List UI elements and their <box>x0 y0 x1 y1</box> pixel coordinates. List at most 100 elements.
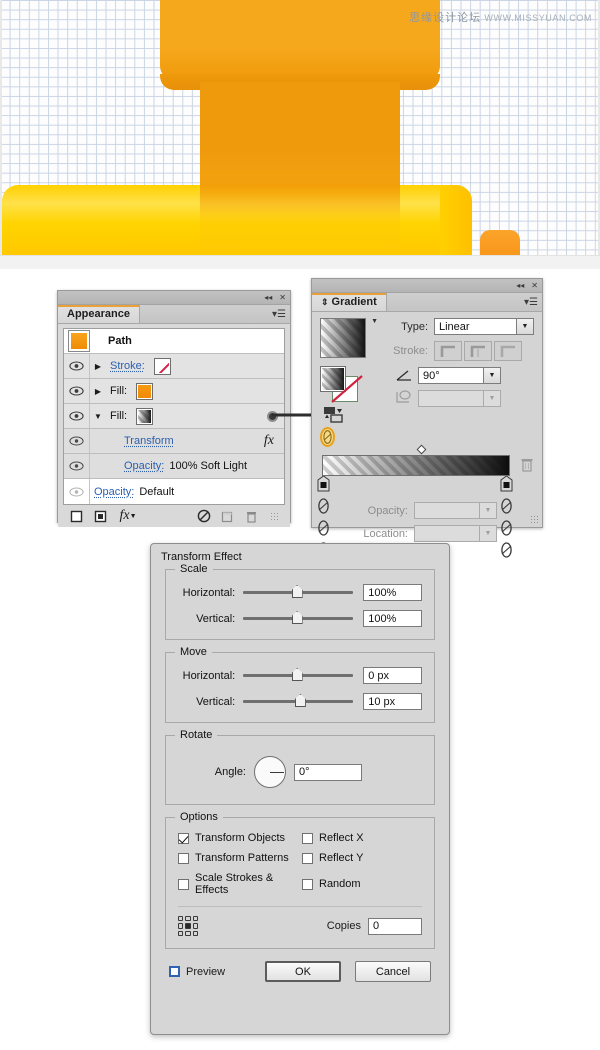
rotate-angle-input[interactable]: 0° <box>294 763 362 781</box>
scale-horizontal-input[interactable]: 100% <box>363 584 422 601</box>
delete-item-icon[interactable] <box>244 509 259 524</box>
visibility-eye-icon[interactable] <box>64 429 90 453</box>
appearance-row-transform[interactable]: Transform fx <box>64 429 284 454</box>
ref-point[interactable] <box>178 930 184 936</box>
appearance-row-fill-solid[interactable]: ▶ Fill: <box>64 379 284 404</box>
scale-horizontal-slider[interactable] <box>243 585 354 598</box>
option-transform-objects[interactable]: Transform Objects <box>178 832 298 844</box>
collapse-icon[interactable]: ◂◂ <box>516 281 524 290</box>
checkbox-scale-strokes-effects[interactable] <box>178 878 189 890</box>
add-new-stroke-icon[interactable] <box>69 509 84 524</box>
appearance-panel[interactable]: ◂◂ ✕ Appearance ▾☰ Path ▶ Stroke: ▶ Fill… <box>57 290 291 527</box>
slider-thumb[interactable] <box>291 585 303 598</box>
row-label-fill-gradient[interactable]: Fill: <box>110 410 127 422</box>
delete-stop-icon[interactable] <box>520 457 534 476</box>
option-random[interactable]: Random <box>302 872 422 896</box>
expand-triangle-icon[interactable]: ▶ <box>90 387 106 396</box>
close-icon[interactable]: ✕ <box>279 293 286 302</box>
angle-dial[interactable] <box>254 756 286 788</box>
collapse-icon[interactable]: ◂◂ <box>264 293 272 302</box>
checkbox-random[interactable] <box>302 878 313 890</box>
option-reflect-y[interactable]: Reflect Y <box>302 852 422 864</box>
aspect-dropdown-arrow-icon[interactable]: ▼ <box>484 390 501 407</box>
row-label-transform[interactable]: Transform <box>124 435 174 447</box>
fill-swatch-gradient[interactable] <box>136 407 154 425</box>
option-reflect-x[interactable]: Reflect X <box>302 832 422 844</box>
visibility-eye-icon[interactable] <box>64 454 90 478</box>
checkbox-transform-objects[interactable] <box>178 832 189 844</box>
ref-point[interactable] <box>185 930 191 936</box>
appearance-row-opacity-default[interactable]: Opacity: Default <box>64 479 284 504</box>
ref-point[interactable] <box>192 916 198 922</box>
location-input[interactable] <box>414 525 480 542</box>
move-horizontal-slider[interactable] <box>243 668 354 681</box>
stroke-along-button[interactable] <box>464 341 492 361</box>
angle-dropdown-arrow-icon[interactable]: ▼ <box>484 367 501 384</box>
transform-effect-dialog[interactable]: Transform Effect Scale Horizontal: 100% … <box>150 543 450 1035</box>
ref-point[interactable] <box>178 923 184 929</box>
move-horizontal-input[interactable]: 0 px <box>363 667 422 684</box>
move-vertical-slider[interactable] <box>243 694 354 707</box>
fill-stroke-proxy[interactable] <box>320 366 364 403</box>
reference-point-grid-icon[interactable] <box>178 916 198 936</box>
appearance-target-row[interactable]: Path <box>64 329 284 354</box>
tab-gradient[interactable]: ⇕ Gradient <box>312 293 387 311</box>
scale-vertical-slider[interactable] <box>243 611 354 624</box>
fx-icon[interactable]: fx <box>264 433 274 449</box>
row-label-stroke[interactable]: Stroke: <box>110 360 145 372</box>
angle-input[interactable]: 90° <box>418 367 484 384</box>
close-icon[interactable]: ✕ <box>531 281 538 290</box>
reverse-gradient-icon[interactable] <box>320 406 350 424</box>
row-label-opacity-default[interactable]: Opacity: <box>94 486 134 498</box>
option-scale-strokes-effects[interactable]: Scale Strokes & Effects <box>178 872 298 896</box>
gradient-midpoint-handle[interactable] <box>416 444 427 455</box>
type-dropdown-arrow-icon[interactable]: ▼ <box>517 318 534 335</box>
appearance-list[interactable]: Path ▶ Stroke: ▶ Fill: ▼ Fill: Transform… <box>63 328 285 505</box>
visibility-eye-icon-off[interactable] <box>64 479 90 504</box>
clear-appearance-icon[interactable] <box>196 509 211 524</box>
type-select[interactable]: Linear <box>434 318 517 335</box>
stroke-gradient-type-buttons[interactable] <box>434 341 522 361</box>
appearance-row-fill-gradient[interactable]: ▼ Fill: <box>64 404 284 429</box>
ref-point-active[interactable] <box>185 923 191 929</box>
gradient-ramp[interactable] <box>322 455 510 476</box>
panel-menu-icon[interactable]: ▾☰ <box>268 305 290 323</box>
tab-appearance[interactable]: Appearance <box>58 305 140 323</box>
checkbox-reflect-x[interactable] <box>302 832 313 844</box>
row-label-opacity[interactable]: Opacity: <box>124 460 164 472</box>
ref-point[interactable] <box>185 916 191 922</box>
stroke-across-button[interactable] <box>494 341 522 361</box>
slider-thumb[interactable] <box>294 694 306 707</box>
ok-button[interactable]: OK <box>265 961 341 982</box>
collapse-triangle-icon[interactable]: ▼ <box>90 412 106 421</box>
checkbox-preview[interactable] <box>169 966 180 977</box>
ref-point[interactable] <box>178 916 184 922</box>
panel-menu-icon[interactable]: ▾☰ <box>520 293 542 311</box>
slider-thumb[interactable] <box>291 668 303 681</box>
ref-point[interactable] <box>192 930 198 936</box>
appearance-row-opacity-softlight[interactable]: Opacity: 100% Soft Light <box>64 454 284 479</box>
chevron-down-icon[interactable]: ▼ <box>371 318 378 325</box>
visibility-eye-icon[interactable] <box>64 354 90 378</box>
add-new-effect-icon[interactable]: fx ▼ <box>117 508 139 524</box>
move-vertical-input[interactable]: 10 px <box>363 693 422 710</box>
copies-input[interactable]: 0 <box>368 917 422 935</box>
preview-toggle[interactable]: Preview <box>169 966 225 978</box>
opacity-input[interactable] <box>414 502 480 519</box>
resize-grip[interactable] <box>530 515 539 524</box>
visibility-eye-icon[interactable] <box>64 404 90 428</box>
location-dropdown-arrow-icon[interactable]: ▼ <box>480 525 497 542</box>
appearance-row-stroke[interactable]: ▶ Stroke: <box>64 354 284 379</box>
artboard-canvas[interactable]: 思缘设计论坛 WWW.MISSYUAN.COM <box>0 0 600 255</box>
stroke-swatch-none[interactable] <box>153 357 171 375</box>
checkbox-transform-patterns[interactable] <box>178 852 189 864</box>
row-label-fill[interactable]: Fill: <box>110 385 127 397</box>
aspect-input[interactable] <box>418 390 484 407</box>
stroke-within-button[interactable] <box>434 341 462 361</box>
gradient-preview-swatch[interactable] <box>320 318 367 358</box>
duplicate-item-icon[interactable] <box>220 509 235 524</box>
resize-grip[interactable] <box>270 511 279 521</box>
checkbox-reflect-y[interactable] <box>302 852 313 864</box>
gradient-slider[interactable] <box>317 444 534 558</box>
slider-thumb[interactable] <box>291 611 303 624</box>
